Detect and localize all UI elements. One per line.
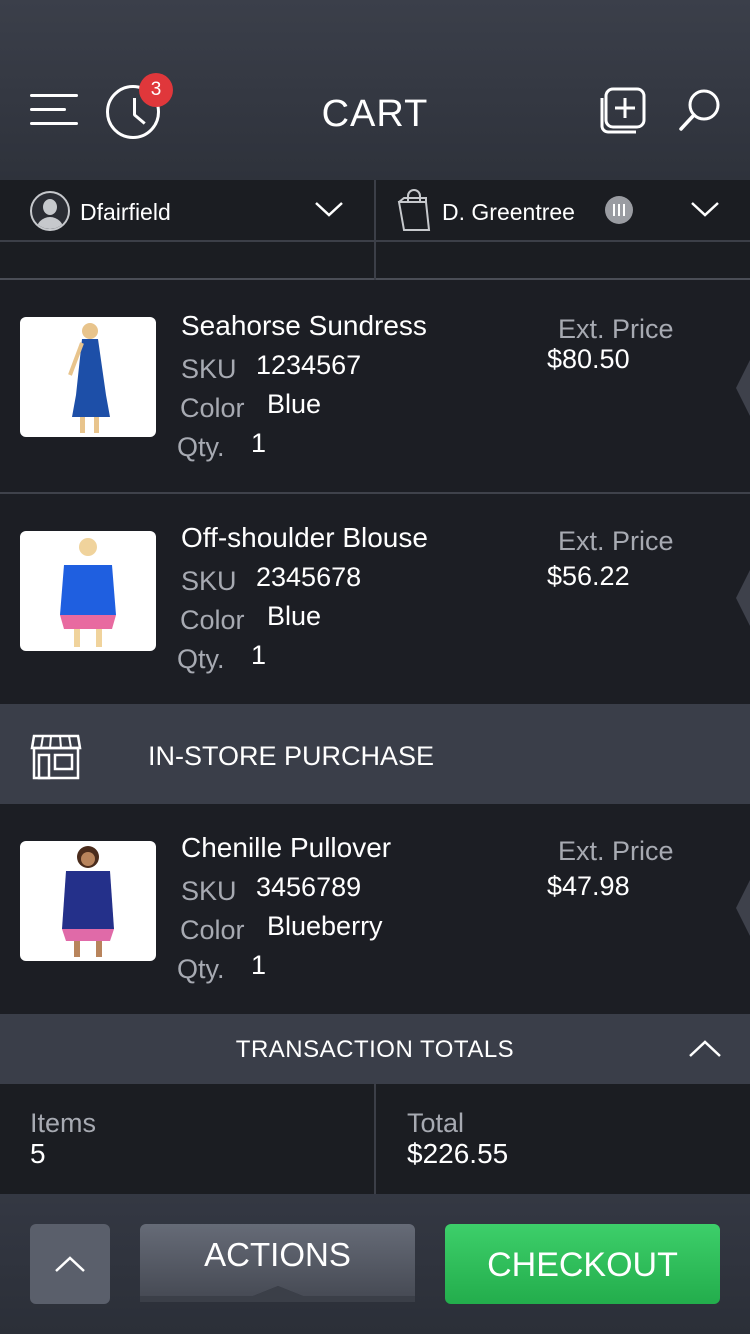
transaction-totals-toggle[interactable]: TRANSACTION TOTALS <box>0 1014 750 1084</box>
color-value: Blue <box>267 601 322 631</box>
in-store-purchase-label: IN-STORE PURCHASE <box>148 741 435 771</box>
chevron-up-icon <box>55 1256 85 1272</box>
checkout-button[interactable]: CHECKOUT <box>445 1224 720 1304</box>
sku-label: SKU <box>181 354 237 384</box>
store-icon <box>30 734 82 780</box>
customer-selector[interactable]: D. Greentree <box>376 180 750 242</box>
qty-value: 1 <box>251 640 267 670</box>
app-header: 3 CART <box>0 0 750 180</box>
product-image <box>20 841 156 961</box>
ext-price-label: Ext. Price <box>558 314 674 344</box>
ext-price-value: $47.98 <box>547 871 630 901</box>
swipe-handle-icon[interactable] <box>736 880 750 936</box>
selector-detail-strip <box>0 242 750 280</box>
color-label: Color <box>180 605 245 635</box>
qty-label: Qty. <box>177 954 225 984</box>
cart-item[interactable]: Chenille Pullover SKU 3456789 Color Blue… <box>0 804 750 1014</box>
color-value: Blueberry <box>267 911 383 941</box>
sku-label: SKU <box>181 566 237 596</box>
color-label: Color <box>180 915 245 945</box>
sku-value: 1234567 <box>256 350 362 380</box>
sku-value: 2345678 <box>256 562 362 592</box>
selector-bar: Dfairfield D. Greentree <box>0 180 750 242</box>
ext-price-label: Ext. Price <box>558 836 674 866</box>
actions-button[interactable]: ACTIONS <box>140 1224 415 1304</box>
search-icon[interactable] <box>678 88 722 132</box>
chevron-up-icon <box>689 1040 721 1057</box>
associate-name: Dfairfield <box>80 199 171 225</box>
customer-name: D. Greentree <box>442 199 575 225</box>
footer-toolbar: ACTIONS CHECKOUT <box>0 1194 750 1334</box>
qty-value: 1 <box>251 950 267 980</box>
product-name: Seahorse Sundress <box>181 310 427 341</box>
transaction-totals-title: TRANSACTION TOTALS <box>235 1036 515 1063</box>
actions-label: ACTIONS <box>204 1236 351 1273</box>
sku-value: 3456789 <box>256 872 362 902</box>
qty-label: Qty. <box>177 432 225 462</box>
shopping-bag-icon <box>397 189 431 231</box>
qty-label: Qty. <box>177 644 225 674</box>
checkout-label: CHECKOUT <box>487 1246 678 1284</box>
sku-label: SKU <box>181 876 237 906</box>
color-label: Color <box>180 393 245 423</box>
cart-item[interactable]: Off-shoulder Blouse SKU 2345678 Color Bl… <box>0 494 750 704</box>
color-value: Blue <box>267 389 322 419</box>
customer-status-icon <box>605 196 633 224</box>
ext-price-label: Ext. Price <box>558 526 674 556</box>
in-store-purchase-header: IN-STORE PURCHASE <box>0 704 750 804</box>
swipe-handle-icon[interactable] <box>736 570 750 626</box>
swipe-handle-icon[interactable] <box>736 360 750 416</box>
qty-value: 1 <box>251 428 267 458</box>
items-count-label: Items <box>30 1108 97 1138</box>
divider <box>374 242 376 280</box>
associate-selector[interactable]: Dfairfield <box>0 180 374 242</box>
ext-price-value: $80.50 <box>547 344 630 374</box>
product-name: Chenille Pullover <box>181 832 392 863</box>
transaction-totals-panel: Items 5 Total $226.55 <box>0 1084 750 1194</box>
ext-price-value: $56.22 <box>547 561 630 591</box>
chevron-down-icon <box>315 202 343 217</box>
cart-item[interactable]: Seahorse Sundress SKU 1234567 Color Blue… <box>0 282 750 494</box>
total-label: Total <box>407 1108 465 1138</box>
add-item-icon[interactable] <box>596 86 648 138</box>
total-value: $226.55 <box>407 1138 509 1169</box>
divider <box>374 1084 376 1194</box>
product-name: Off-shoulder Blouse <box>181 522 428 553</box>
product-image <box>20 317 156 437</box>
items-count-value: 5 <box>30 1138 46 1169</box>
chevron-down-icon <box>691 202 719 217</box>
scroll-up-button[interactable] <box>30 1224 110 1304</box>
product-image <box>20 531 156 651</box>
user-avatar-icon <box>30 191 70 231</box>
